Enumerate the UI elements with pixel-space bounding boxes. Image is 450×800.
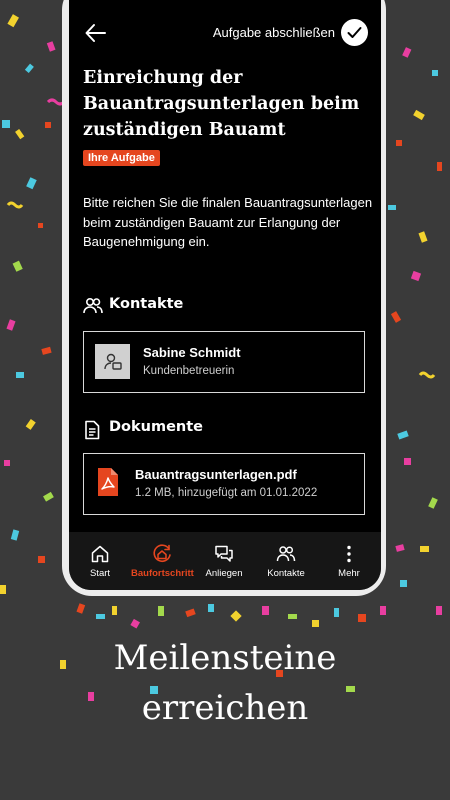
nav-item-start[interactable]: Start — [69, 532, 131, 590]
people-icon — [83, 297, 103, 314]
tagline-line-2: erreichen — [141, 688, 309, 728]
documents-heading-label: Dokumente — [109, 419, 203, 435]
contact-card[interactable]: Sabine Schmidt Kundenbetreuerin — [83, 331, 365, 393]
contact-name: Sabine Schmidt — [143, 345, 241, 360]
task-description: Bitte reichen Sie die finalen Bauantrags… — [83, 195, 373, 249]
promo-tagline: Meilensteine erreichen — [0, 633, 450, 733]
chat-icon — [215, 545, 233, 562]
user-chat-icon — [104, 353, 122, 370]
complete-task-label[interactable]: Aufgabe abschließen — [213, 25, 335, 40]
bottom-navigation: Start Baufortschritt Anliegen Kontakte M… — [69, 532, 381, 590]
people-icon — [276, 546, 296, 562]
more-vertical-icon — [347, 545, 351, 563]
nav-item-anliegen[interactable]: Anliegen — [193, 532, 255, 590]
avatar — [95, 344, 130, 379]
task-title: Einreichung der Bauantragsunterlagen bei… — [83, 68, 360, 140]
pdf-file-icon — [98, 468, 118, 496]
top-bar: Aufgabe abschließen — [69, 0, 381, 64]
nav-item-kontakte[interactable]: Kontakte — [255, 532, 317, 590]
complete-task-button[interactable] — [341, 19, 368, 46]
document-card[interactable]: Bauantragsunterlagen.pdf 1.2 MB, hinzuge… — [83, 453, 365, 515]
back-button[interactable] — [83, 20, 109, 46]
arrow-left-icon — [85, 24, 106, 42]
document-icon — [85, 420, 100, 440]
nav-label-anliegen: Anliegen — [205, 568, 243, 579]
document-filename: Bauantragsunterlagen.pdf — [135, 467, 297, 482]
task-badge: Ihre Aufgabe — [83, 150, 160, 166]
nav-item-baufortschritt[interactable]: Baufortschritt — [131, 532, 194, 590]
contact-role: Kundenbetreuerin — [143, 365, 235, 377]
nav-label-baufortschritt: Baufortschritt — [131, 568, 194, 579]
tagline-line-1: Meilensteine — [113, 638, 337, 678]
check-icon — [347, 27, 362, 38]
app-screen: Aufgabe abschließen Einreichung der Baua… — [69, 0, 381, 590]
nav-label-mehr: Mehr — [338, 568, 360, 579]
document-meta: 1.2 MB, hinzugefügt am 01.01.2022 — [135, 487, 318, 499]
home-icon — [91, 545, 109, 563]
nav-label-start: Start — [89, 568, 111, 579]
nav-label-kontakte: Kontakte — [267, 568, 305, 579]
nav-item-mehr[interactable]: Mehr — [317, 532, 381, 590]
contacts-heading-label: Kontakte — [109, 296, 184, 312]
build-progress-icon — [153, 544, 171, 562]
